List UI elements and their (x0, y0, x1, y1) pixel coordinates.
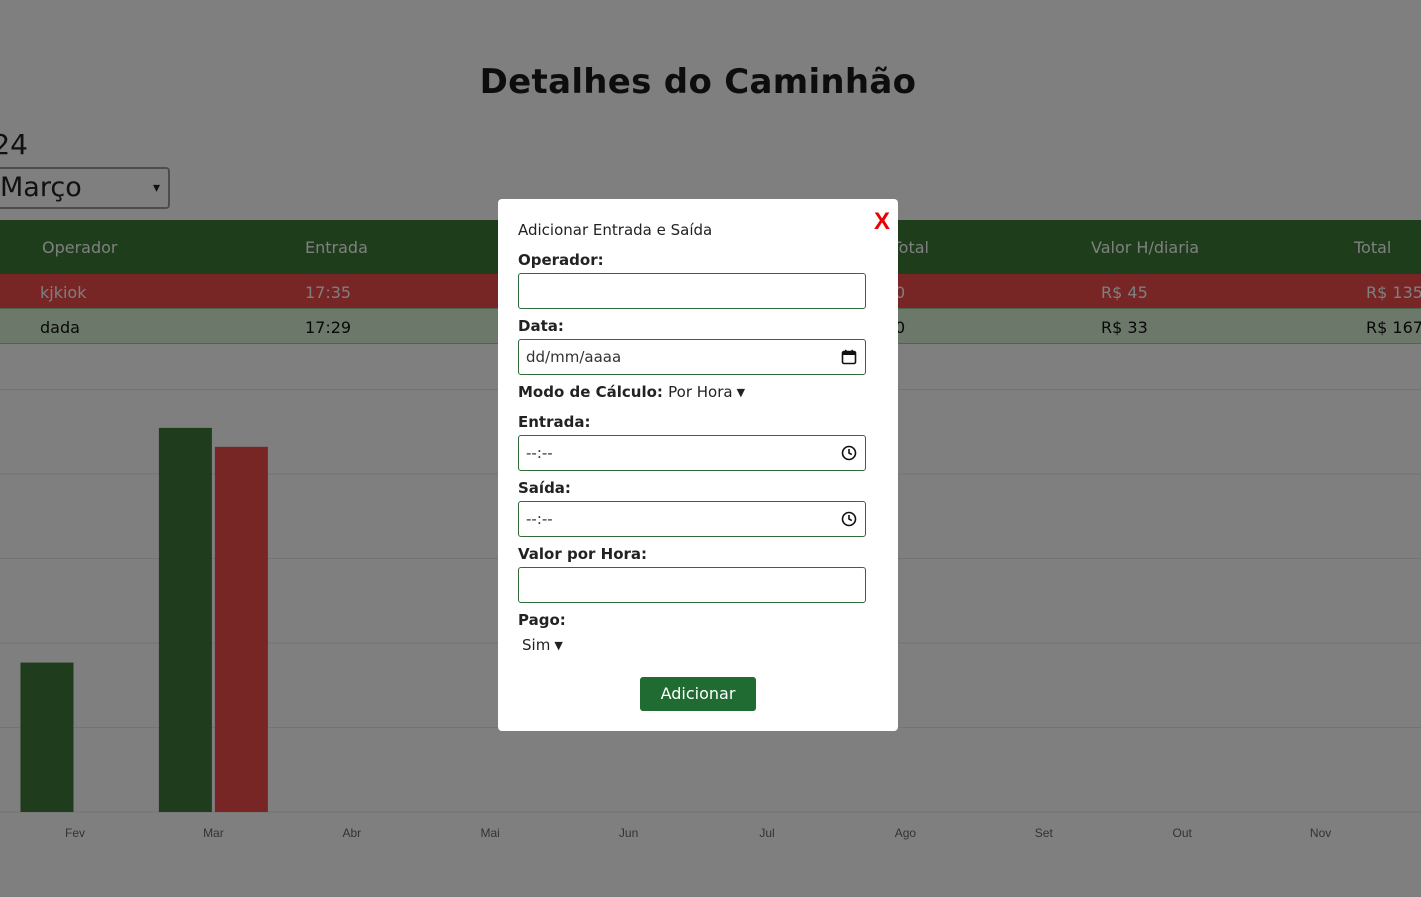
chevron-down-icon: ▼ (736, 386, 746, 399)
clock-icon[interactable] (841, 445, 857, 461)
modal-title: Adicionar Entrada e Saída (518, 221, 713, 239)
entrada-placeholder: --:-- (526, 444, 553, 462)
valor-hora-label: Valor por Hora: (518, 545, 648, 563)
clock-icon[interactable] (841, 511, 857, 527)
date-input[interactable]: dd/mm/aaaa (518, 339, 866, 375)
modo-calculo-select[interactable]: Por Hora ▼ (668, 383, 745, 401)
saida-time-input[interactable]: --:-- (518, 501, 866, 537)
date-placeholder: dd/mm/aaaa (526, 348, 622, 366)
saida-placeholder: --:-- (526, 510, 553, 528)
entrada-time-input[interactable]: --:-- (518, 435, 866, 471)
adicionar-button[interactable]: Adicionar (640, 677, 756, 711)
modo-calculo-row: Modo de Cálculo: Por Hora ▼ (518, 383, 745, 401)
operador-label: Operador: (518, 251, 604, 269)
data-label: Data: (518, 317, 564, 335)
calendar-icon[interactable] (841, 349, 857, 365)
modo-calculo-value: Por Hora (668, 383, 733, 401)
operador-input[interactable] (518, 273, 866, 309)
modo-calculo-label: Modo de Cálculo: (518, 383, 663, 401)
pago-value: Sim (522, 636, 551, 654)
entrada-label: Entrada: (518, 413, 591, 431)
pago-label: Pago: (518, 611, 566, 629)
chevron-down-icon: ▼ (554, 639, 563, 652)
saida-label: Saída: (518, 479, 571, 497)
pago-select[interactable]: Sim ▼ (522, 636, 563, 654)
close-button[interactable]: X (874, 208, 890, 236)
add-entry-modal: X Adicionar Entrada e Saída Operador: Da… (498, 199, 898, 731)
valor-hora-input[interactable] (518, 567, 866, 603)
